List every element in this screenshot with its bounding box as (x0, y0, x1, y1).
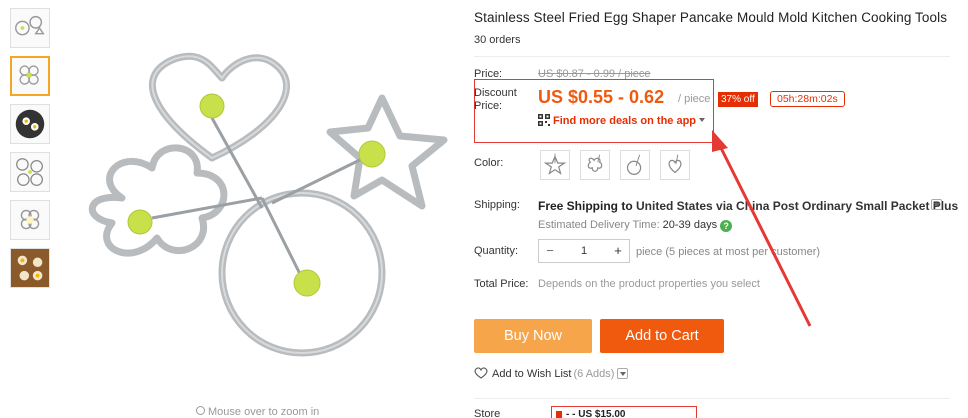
shipping-dropdown-button[interactable] (931, 199, 942, 210)
zoom-hint-text: Mouse over to zoom in (208, 406, 320, 418)
chevron-down-icon (699, 118, 706, 122)
quantity-increase-button[interactable]: + (607, 240, 629, 262)
store-coupon-text: - - US $15.00 (566, 409, 626, 418)
qr-code-icon (538, 114, 550, 126)
app-deals-text: Find more deals on the app (553, 115, 697, 127)
delivery-days: 20-39 days (662, 219, 718, 231)
product-title: Stainless Steel Fried Egg Shaper Pancake… (474, 10, 948, 25)
discount-badge: 37% off (718, 92, 758, 107)
delivery-label: Estimated Delivery Time: (538, 219, 660, 231)
quantity-decrease-button[interactable]: − (539, 240, 561, 262)
total-price-label: Total Price: (474, 278, 529, 290)
thumbnail-3[interactable] (10, 104, 50, 144)
thumbnail-6[interactable] (10, 248, 50, 288)
thumbnail-1[interactable] (10, 8, 50, 48)
magnifier-icon (196, 406, 205, 415)
order-count: 30 orders (474, 34, 521, 46)
divider (474, 398, 950, 399)
discount-price: US $0.55 - 0.62 (538, 87, 665, 107)
delivery-estimate: Estimated Delivery Time: 20-39 days? (538, 219, 733, 232)
color-option-heart[interactable] (660, 150, 690, 180)
total-price-note: Depends on the product properties you se… (538, 278, 760, 290)
color-label: Color: (474, 157, 504, 169)
add-to-wish-list[interactable]: Add to Wish List (6 Adds) (474, 367, 629, 380)
countdown-timer: 05h:28m:02s (770, 91, 845, 107)
color-option-flower[interactable] (580, 150, 610, 180)
color-option-circle[interactable] (620, 150, 650, 180)
add-to-cart-button[interactable]: Add to Cart (600, 319, 724, 353)
heart-icon (474, 367, 488, 379)
quantity-note: piece (5 pieces at most per customer) (636, 246, 821, 258)
thumbnail-2[interactable] (10, 56, 50, 96)
shipping-method[interactable]: Free Shipping to United States via China… (538, 199, 958, 213)
quantity-label: Quantity: (474, 245, 519, 257)
wish-list-text: Add to Wish List (492, 368, 572, 380)
quantity-input[interactable]: 1 (561, 240, 607, 262)
price-unit: / piece (678, 93, 711, 105)
wish-count: (6 Adds) (573, 368, 615, 380)
thumbnail-strip (10, 8, 52, 296)
quantity-stepper: − 1 + (538, 239, 630, 263)
free-shipping-text: Free Shipping to (538, 199, 633, 213)
thumbnail-4[interactable] (10, 152, 50, 192)
app-deals-link[interactable]: Find more deals on the app (538, 114, 706, 127)
store-label: Store (474, 408, 501, 418)
divider (474, 56, 950, 57)
shipping-destination: United States via China Post Ordinary Sm… (636, 199, 959, 213)
main-product-image[interactable] (62, 8, 456, 376)
discount-price-label: Discount Price: (474, 87, 517, 112)
thumbnail-5[interactable] (10, 200, 50, 240)
help-icon[interactable]: ? (720, 220, 733, 232)
wish-list-dropdown-button[interactable] (617, 368, 629, 379)
buy-now-button[interactable]: Buy Now (474, 319, 592, 353)
color-option-star[interactable] (540, 150, 570, 180)
zoom-hint: Mouse over to zoom in (196, 406, 319, 418)
shipping-label: Shipping: (474, 199, 520, 211)
